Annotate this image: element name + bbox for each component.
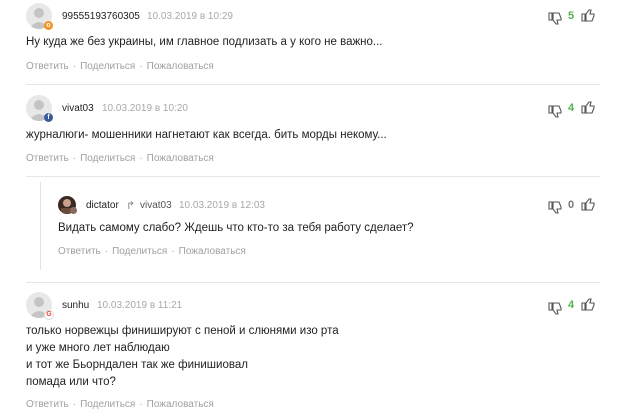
reply-link[interactable]: Ответить	[26, 399, 69, 410]
share-link[interactable]: Поделиться	[80, 399, 135, 410]
comment-text: только норвежцы финишируют с пеной и слю…	[26, 325, 339, 388]
comment-actions: Ответить · Поделиться · Пожаловаться	[26, 399, 214, 410]
report-link[interactable]: Пожаловаться	[147, 399, 214, 410]
thumbs-up-icon[interactable]	[581, 298, 595, 312]
comment: G sunhu 10.03.2019 в 11:21 только норвеж…	[0, 0, 626, 410]
comment-author[interactable]: sunhu	[62, 300, 89, 311]
thumbs-down-icon[interactable]	[548, 301, 562, 315]
comment-score: 4	[567, 299, 575, 311]
google-icon: G	[44, 310, 54, 320]
comment-date: 10.03.2019 в 11:21	[97, 300, 183, 311]
